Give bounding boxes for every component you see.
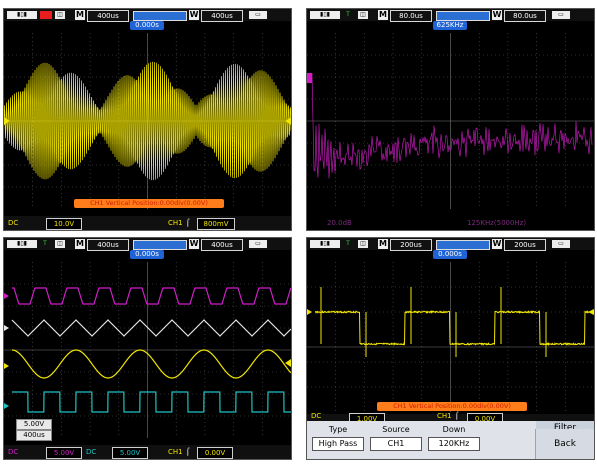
- menu-type-label: Type: [328, 425, 348, 434]
- scope-panel-2: ▮▯▮ T ◫ M 80.0us W 80.0us ▭ 625KHz 20.0d…: [306, 8, 595, 231]
- trigger-t-icon: T: [40, 240, 50, 248]
- scope-panel-1: ▮▯▮ ◫ M 400us W 400us ▭ 0.000s CH1 Verti…: [3, 8, 292, 231]
- trigger-edge-icon: ⌠: [186, 448, 190, 456]
- status-message: CH1 Vertical Position:0.00div(0.00V): [377, 402, 527, 411]
- trigger-edge-icon: ⌠: [186, 219, 190, 227]
- mode-label: M: [75, 239, 85, 249]
- timebase-right[interactable]: 200us: [504, 239, 546, 251]
- waveform-area: [307, 262, 594, 412]
- bottom-status-bar: DC 10.0V CH1 ⌠ 800mV: [4, 216, 291, 230]
- trigger-t-icon: T: [343, 11, 353, 19]
- back-button[interactable]: Back: [535, 429, 594, 459]
- bottom-status-bar: 20.0dB 125KHz(5000Hz): [307, 216, 594, 230]
- menu-source-value[interactable]: CH1: [370, 437, 422, 451]
- status-icons: ▮▯▮: [310, 11, 340, 19]
- timebase-right[interactable]: 80.0us: [504, 10, 546, 22]
- fft-marker: [307, 73, 312, 83]
- timebase-right[interactable]: 400us: [201, 239, 243, 251]
- battery-icon: ▭: [249, 240, 267, 248]
- menu-down-label: Down: [442, 425, 466, 434]
- ch4-coupling-icon: DC: [86, 448, 97, 456]
- window-label: W: [492, 239, 502, 249]
- scope-panel-4: ▮▯▮ T ◫ M 200us W 200us ▭ 0.000s CH1 Ver…: [306, 237, 595, 460]
- filter-menu: Filter Type High Pass Source CH1 Down 12…: [307, 421, 594, 459]
- window-label: W: [189, 10, 199, 20]
- waveform-area: [4, 33, 291, 209]
- top-status-bar: ▮▯▮ ◫ M 400us W 400us ▭: [4, 9, 291, 22]
- window-label: W: [492, 10, 502, 20]
- trigger-channel: CH1: [168, 448, 183, 456]
- menu-down[interactable]: Down 120KHz: [425, 425, 483, 455]
- trigger-offset: 0.000s: [130, 21, 164, 30]
- record-icon: [40, 11, 52, 19]
- menu-down-value[interactable]: 120KHz: [428, 437, 480, 451]
- menu-type[interactable]: Type High Pass: [309, 425, 367, 455]
- timebase-left[interactable]: 200us: [390, 239, 432, 251]
- floppy-icon: ◫: [55, 11, 65, 19]
- ch1-coupling-icon: DC: [311, 412, 322, 420]
- trigger-offset: 0.000s: [130, 250, 164, 259]
- menu-type-value[interactable]: High Pass: [312, 437, 364, 451]
- battery-icon: ▭: [249, 11, 267, 19]
- battery-icon: ▭: [552, 11, 570, 19]
- center-frequency: 625KHz: [433, 21, 467, 30]
- menu-source-label: Source: [382, 425, 410, 434]
- trigger-level[interactable]: 800mV: [197, 218, 235, 230]
- floppy-icon: ◫: [358, 240, 368, 248]
- fft-span: 125KHz(5000Hz): [467, 219, 527, 227]
- status-icons: ▮▯▮: [7, 11, 37, 19]
- top-status-bar: ▮▯▮ T ◫ M 80.0us W 80.0us ▭: [307, 9, 594, 22]
- trigger-t-icon: T: [343, 240, 353, 248]
- scale-popup-volts: 5.00V: [16, 419, 52, 430]
- mode-label: M: [75, 10, 85, 20]
- floppy-icon: ◫: [55, 240, 65, 248]
- status-message: CH1 Vertical Position:0.00div(0.00V): [74, 199, 224, 208]
- waveform-memory-indicator: [436, 11, 490, 21]
- top-status-bar: ▮▯▮ T ◫ M 400us W 400us ▭: [4, 238, 291, 251]
- status-icons: ▮▯▮: [310, 240, 340, 248]
- menu-source[interactable]: Source CH1: [367, 425, 425, 455]
- ch3-scale[interactable]: 5.00V: [46, 447, 82, 459]
- scope-panel-3: ▮▯▮ T ◫ M 400us W 400us ▭ 0.000s 5.00V 4…: [3, 237, 292, 460]
- timebase-right[interactable]: 400us: [201, 10, 243, 22]
- trigger-offset: 0.000s: [433, 250, 467, 259]
- timebase-left[interactable]: 80.0us: [390, 10, 432, 22]
- waveform-memory-indicator: [133, 240, 187, 250]
- waveform-memory-indicator: [436, 240, 490, 250]
- status-icons: ▮▯▮: [7, 240, 37, 248]
- ch4-scale[interactable]: 5.00V: [112, 447, 148, 459]
- fft-scale: 20.0dB: [327, 219, 352, 227]
- timebase-left[interactable]: 400us: [87, 239, 129, 251]
- floppy-icon: ◫: [358, 11, 368, 19]
- scale-popup-time: 400us: [16, 430, 52, 441]
- battery-icon: ▭: [552, 240, 570, 248]
- top-status-bar: ▮▯▮ T ◫ M 200us W 200us ▭: [307, 238, 594, 251]
- fft-area: [307, 33, 594, 209]
- trigger-level[interactable]: 0.00V: [197, 447, 233, 459]
- waveform-area: [4, 262, 291, 438]
- mode-label: M: [378, 239, 388, 249]
- timebase-left[interactable]: 400us: [87, 10, 129, 22]
- bottom-status-bar: DC 5.00V DC 5.00V CH1 ⌠ 0.00V: [4, 445, 291, 459]
- mode-label: M: [378, 10, 388, 20]
- ch1-scale[interactable]: 10.0V: [46, 218, 82, 230]
- trigger-channel: CH1: [437, 412, 452, 420]
- trigger-edge-icon: ⌠: [455, 412, 459, 420]
- trigger-channel: CH1: [168, 219, 183, 227]
- window-label: W: [189, 239, 199, 249]
- waveform-memory-indicator: [133, 11, 187, 21]
- ch3-coupling-icon: DC: [8, 448, 19, 456]
- ch1-label-icon: DC: [8, 219, 19, 227]
